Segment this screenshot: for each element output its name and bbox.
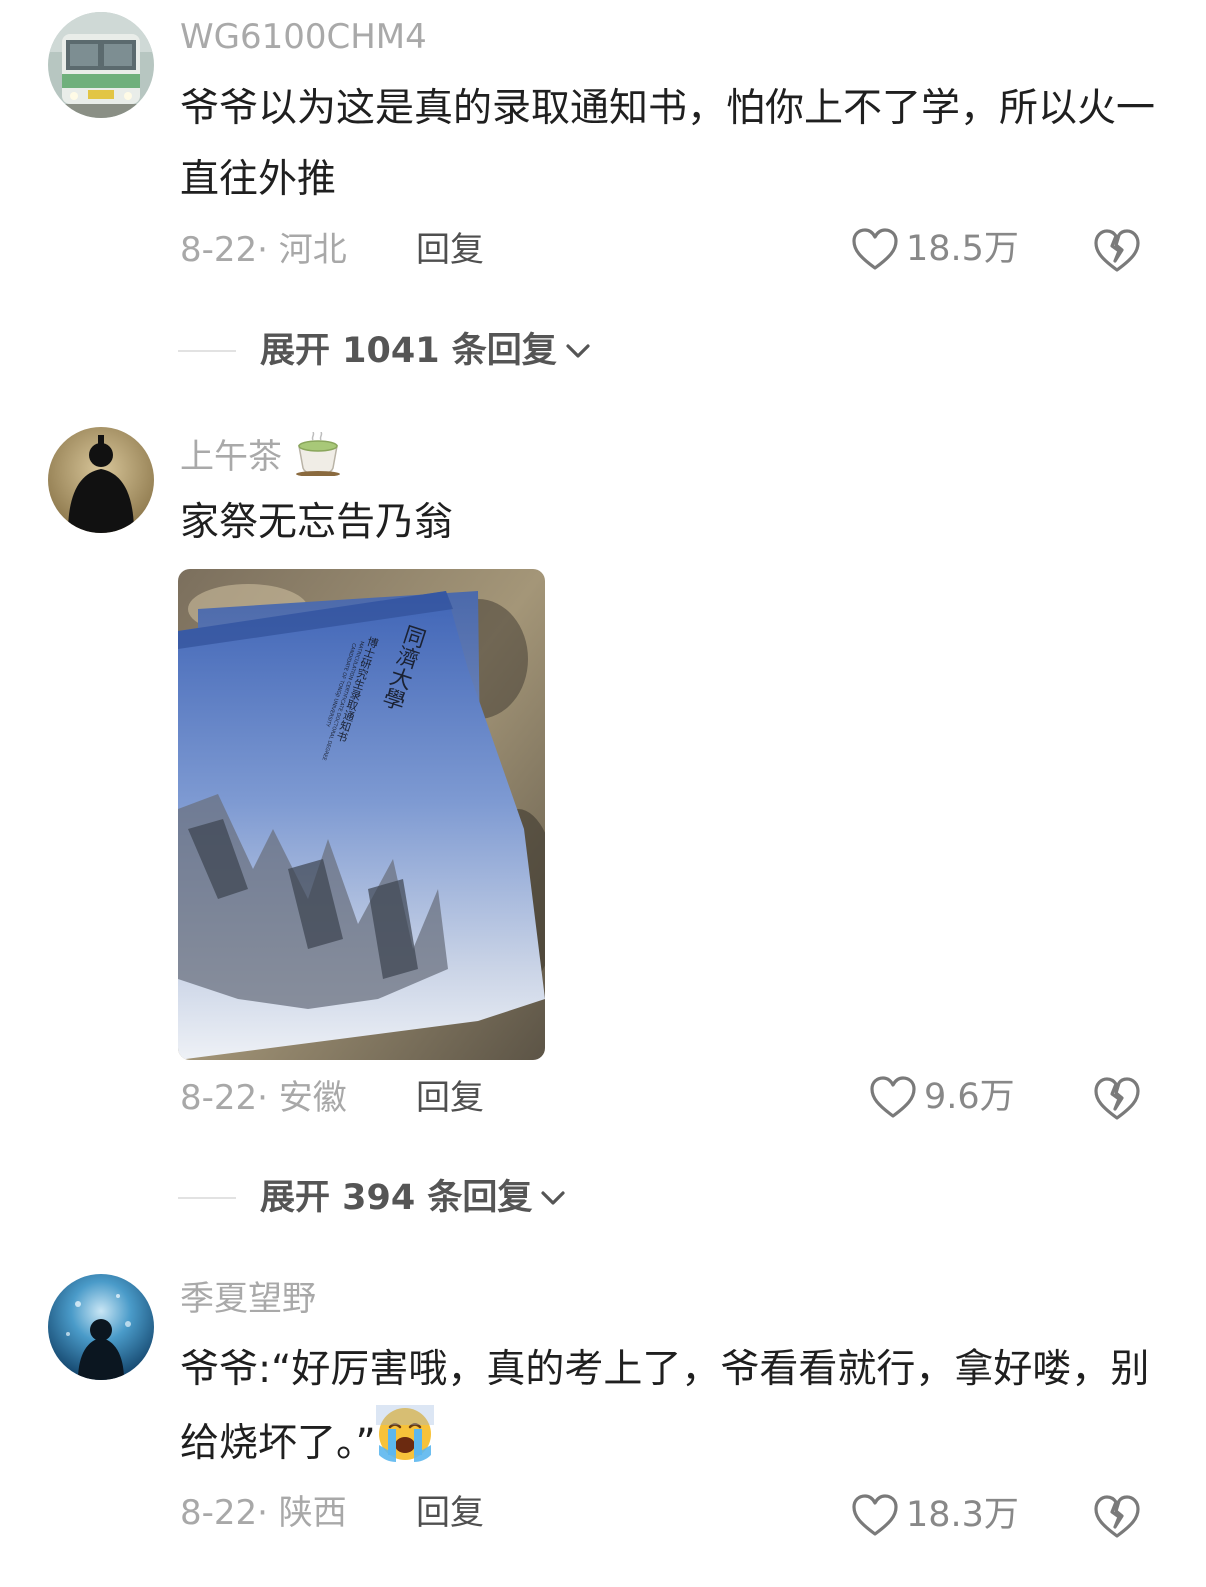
- chevron-down-icon: [541, 1191, 566, 1205]
- reply-button[interactable]: 回复: [416, 1493, 484, 1533]
- dislike-button[interactable]: [1092, 1491, 1142, 1541]
- tea-emoji-icon: [293, 431, 343, 485]
- username-text: 上午茶: [180, 437, 282, 477]
- comment-location: 河北: [278, 230, 347, 270]
- comment-username[interactable]: 季夏望野: [180, 1279, 316, 1319]
- expand-replies-label: 展开 1041 条回复: [260, 331, 557, 371]
- like-count: 18.5万: [906, 229, 1019, 269]
- comment-text: 爷爷:“好厉害哦，真的考上了，爷看看就行，拿好喽，别给烧坏了。”: [180, 1347, 1150, 1466]
- broken-heart-icon: [1094, 229, 1140, 272]
- meta-separator: ·: [257, 1493, 279, 1533]
- comment-location: 安徽: [278, 1078, 347, 1118]
- comment-date-location: 8-22· 河北: [180, 230, 347, 270]
- meta-separator: ·: [257, 1078, 279, 1118]
- comment-location: 陕西: [278, 1493, 347, 1533]
- broken-heart-icon: [1094, 1495, 1140, 1538]
- comment-text: 爷爷以为这是真的录取通知书，怕你上不了学，所以火一直往外推: [180, 86, 1156, 202]
- dislike-button[interactable]: [1092, 225, 1142, 275]
- avatar-ocean[interactable]: [48, 1274, 154, 1380]
- expand-replies-button[interactable]: 展开 1041 条回复: [178, 331, 593, 371]
- divider-line: [178, 350, 236, 352]
- like-count: 9.6万: [924, 1077, 1015, 1117]
- comment-username[interactable]: WG6100CHM4: [180, 17, 427, 57]
- like-count: 18.3万: [906, 1495, 1019, 1535]
- like-button[interactable]: 9.6万: [868, 1074, 1015, 1120]
- expand-replies-button[interactable]: 展开 394 条回复: [178, 1178, 568, 1218]
- reply-button[interactable]: 回复: [416, 1078, 484, 1118]
- comment-date-location: 8-22· 陕西: [180, 1493, 347, 1533]
- comment-date: 8-22: [180, 1078, 258, 1118]
- like-button[interactable]: 18.3万: [850, 1492, 1019, 1538]
- comment-text-container: 爷爷:“好厉害哦，真的考上了，爷看看就行，拿好喽，别给烧坏了。”: [180, 1334, 1160, 1486]
- comment-text: 家祭无忘告乃翁: [180, 500, 454, 545]
- chevron-down-icon: [566, 344, 590, 358]
- expand-replies-label: 展开 394 条回复: [260, 1178, 533, 1218]
- reply-button[interactable]: 回复: [416, 230, 484, 270]
- heart-icon: [852, 1494, 898, 1536]
- broken-heart-icon: [1094, 1077, 1140, 1120]
- divider-line: [178, 1197, 236, 1199]
- comment-image[interactable]: 同濟大學 博士研究生录取通知书 MATRICULATION CERTIFICAT…: [178, 569, 545, 1060]
- comment-date: 8-22: [180, 1493, 258, 1533]
- comment-date: 8-22: [180, 230, 258, 270]
- meta-separator: ·: [257, 230, 279, 270]
- heart-icon: [870, 1076, 916, 1118]
- avatar-bus[interactable]: [48, 12, 154, 118]
- dislike-button[interactable]: [1092, 1073, 1142, 1123]
- comment-date-location: 8-22· 安徽: [180, 1078, 347, 1118]
- heart-icon: [852, 228, 898, 270]
- comment-username[interactable]: 上午茶: [180, 431, 343, 485]
- avatar-silhouette[interactable]: [48, 427, 154, 533]
- crying-face-emoji-icon: [375, 1405, 434, 1486]
- like-button[interactable]: 18.5万: [850, 226, 1019, 272]
